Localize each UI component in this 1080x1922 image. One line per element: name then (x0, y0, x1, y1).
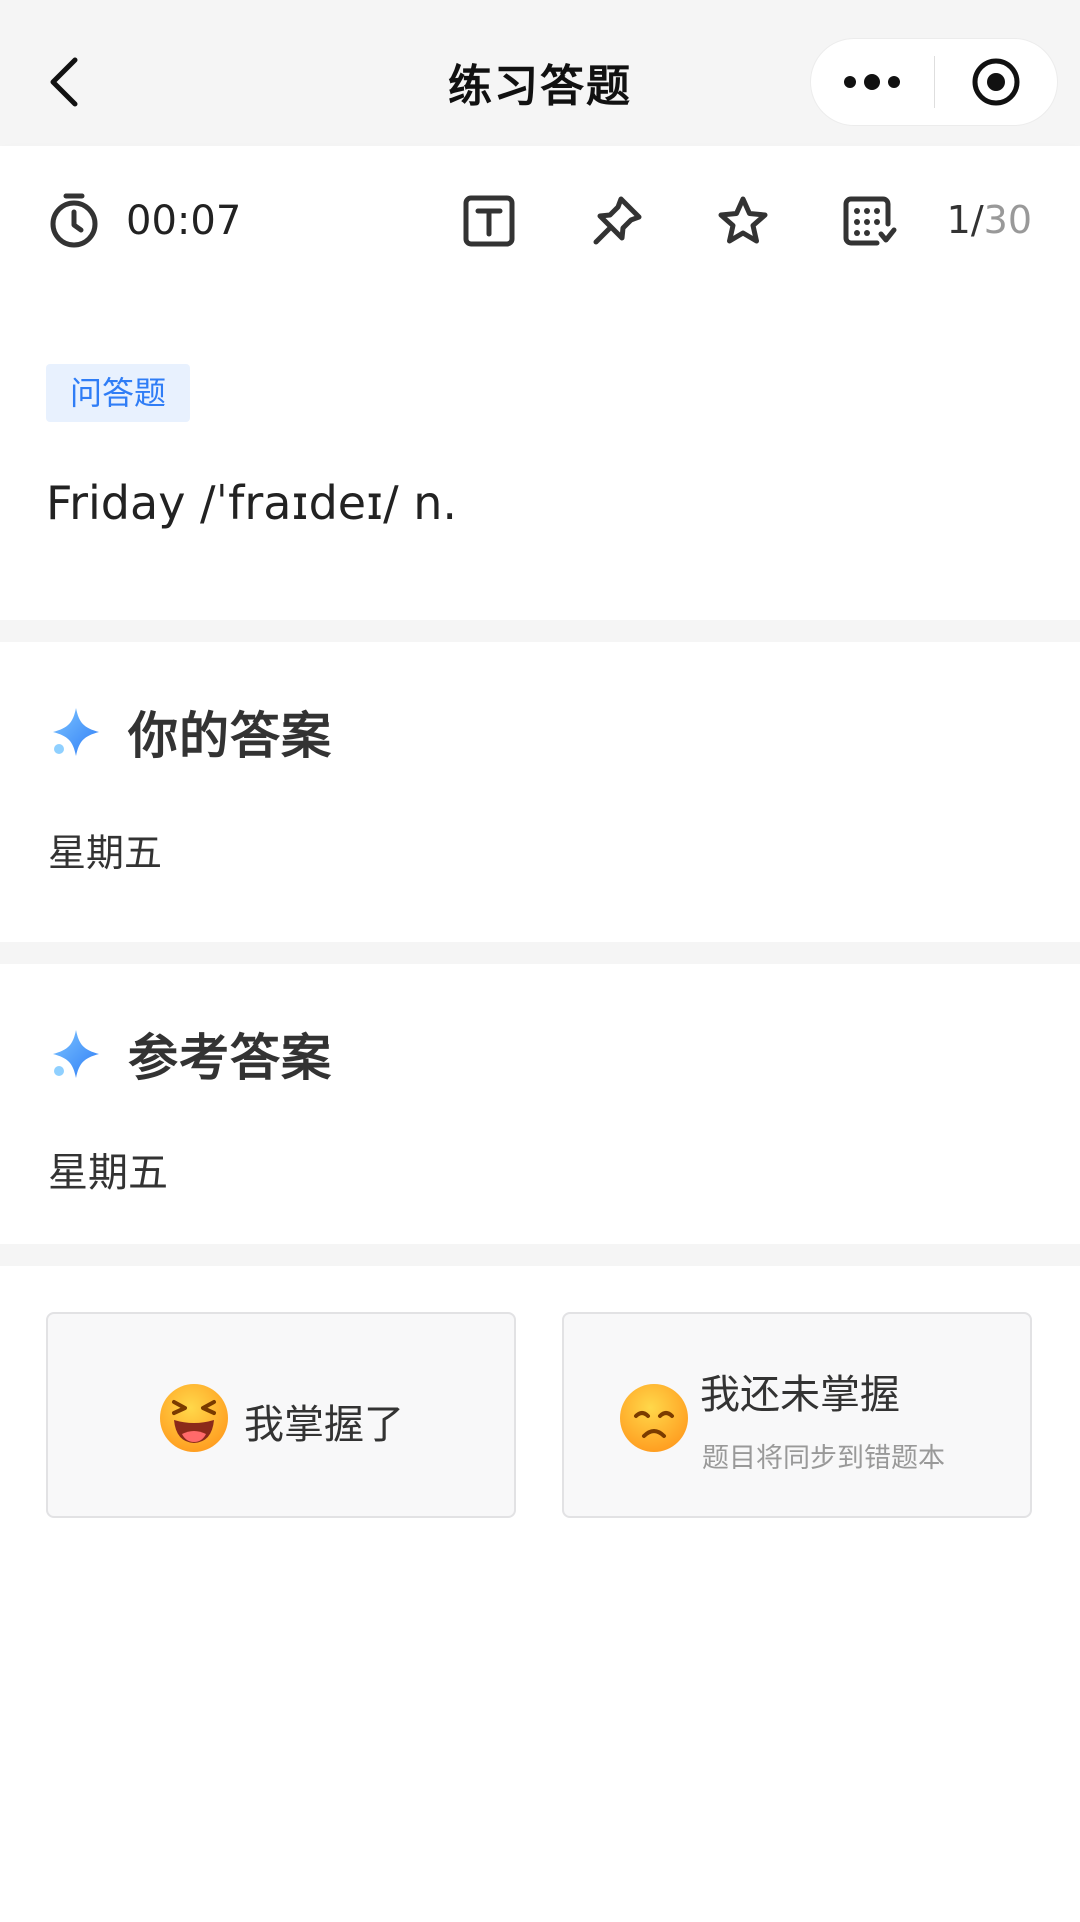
your-answer-header: 你的答案 (48, 700, 332, 765)
mastered-label: 我掌握了 (244, 1402, 404, 1448)
reference-answer-value: 星期五 (48, 1150, 168, 1196)
question-text: Friday /ˈfraɪdeɪ/ n. (46, 476, 458, 530)
text-format-icon (463, 195, 515, 247)
pin-button[interactable] (588, 192, 646, 250)
elapsed-time: 00:07 (126, 198, 242, 244)
timer-icon (50, 193, 98, 248)
question-progress[interactable]: 1/30 (947, 198, 1032, 242)
sad-emoji-icon (620, 1384, 688, 1452)
section-divider (0, 1244, 1080, 1266)
your-answer-value: 星期五 (48, 831, 163, 875)
progress-current: 1/ (946, 198, 984, 242)
mastered-button[interactable]: 我掌握了 (46, 1312, 516, 1518)
question-section: 问答题 Friday /ˈfraɪdeɪ/ n. (0, 296, 1080, 620)
mini-program-capsule (810, 38, 1058, 126)
section-divider (0, 620, 1080, 642)
sparkle-icon (53, 1030, 99, 1078)
your-answer-section: 你的答案 星期五 (0, 642, 1080, 942)
navigation-bar: 练习答题 (0, 0, 1080, 146)
exam-toolbar: 00:07 1/30 (0, 146, 1080, 296)
your-answer-title: 你的答案 (128, 707, 332, 765)
section-divider (0, 942, 1080, 964)
close-mini-program-button[interactable] (935, 38, 1058, 126)
more-dots-icon (844, 74, 901, 90)
not-mastered-hint: 题目将同步到错题本 (702, 1443, 945, 1474)
more-button[interactable] (811, 38, 934, 126)
reference-answer-title: 参考答案 (128, 1029, 332, 1087)
star-icon (718, 196, 768, 244)
question-type-badge: 问答题 (46, 364, 191, 422)
not-mastered-label: 我还未掌握 (700, 1372, 900, 1418)
reference-answer-section: 参考答案 星期五 (0, 964, 1080, 1244)
target-circle-icon (972, 58, 1020, 106)
favorite-button[interactable] (714, 192, 772, 250)
font-size-button[interactable] (460, 192, 518, 250)
answer-sheet-button[interactable] (840, 192, 898, 250)
reference-answer-header: 参考答案 (48, 1022, 332, 1087)
pin-icon (593, 196, 642, 245)
answer-sheet-icon (843, 196, 897, 246)
not-mastered-button[interactable]: 我还未掌握 题目将同步到错题本 (562, 1312, 1032, 1518)
sparkle-icon (53, 708, 99, 756)
grinning-squint-emoji-icon (160, 1384, 228, 1452)
progress-total: 30 (983, 198, 1032, 242)
